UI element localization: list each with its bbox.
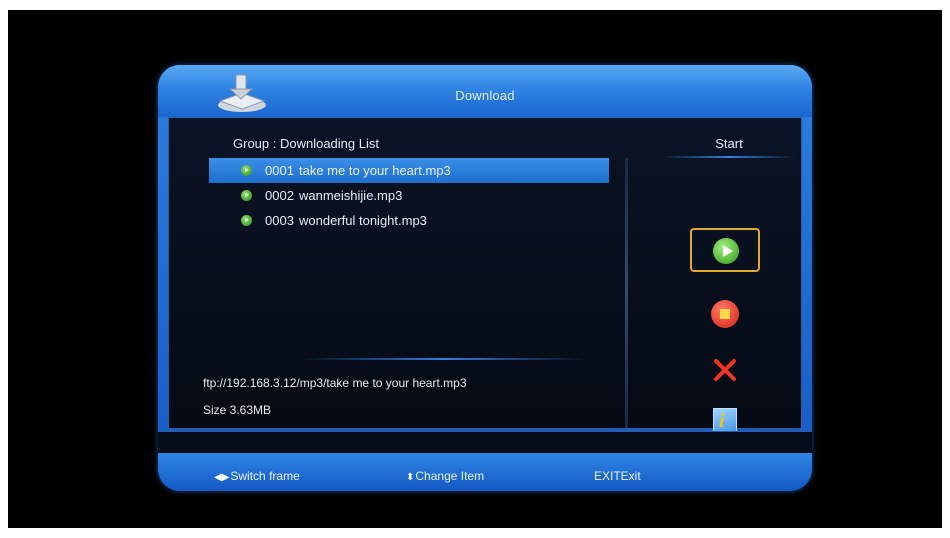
- play-icon: [713, 238, 739, 264]
- status-strip: [158, 431, 812, 455]
- change-item-label: Change Item: [415, 469, 485, 483]
- up-down-arrows-icon: ⬍: [406, 472, 415, 483]
- info-icon: i: [719, 410, 725, 432]
- download-window: Download Group : Downloading List 0001 t…: [158, 65, 812, 491]
- list-item[interactable]: 0001 take me to your heart.mp3: [209, 158, 609, 183]
- tv-screen: Download Group : Downloading List 0001 t…: [8, 10, 942, 528]
- item-number: 0003: [265, 213, 294, 228]
- actions-title: Start: [715, 136, 743, 151]
- list-item[interactable]: 0003 wonderful tonight.mp3: [209, 208, 609, 233]
- title-bar: Download: [158, 65, 812, 117]
- play-status-icon: [241, 190, 252, 201]
- play-status-icon: [241, 165, 252, 176]
- play-status-icon: [241, 215, 252, 226]
- file-path: ftp://192.168.3.12/mp3/take me to your h…: [203, 376, 467, 390]
- footer-hints: ◀▶Switch frame ⬍Change Item EXITExit: [158, 453, 812, 491]
- window-title: Download: [455, 88, 515, 103]
- file-size: Size 3.63MB: [203, 403, 272, 417]
- item-filename: wonderful tonight.mp3: [299, 213, 427, 228]
- item-filename: wanmeishijie.mp3: [299, 188, 403, 203]
- item-number: 0002: [265, 188, 294, 203]
- change-item-hint: ⬍Change Item: [406, 469, 484, 483]
- panel-separator: [625, 158, 628, 428]
- exit-hint: EXITExit: [594, 469, 641, 483]
- exit-key-label: EXIT: [594, 469, 621, 483]
- actions-title-underline: [661, 156, 797, 158]
- switch-frame-hint: ◀▶Switch frame: [214, 469, 300, 483]
- download-list: 0001 take me to your heart.mp3 0002 wanm…: [209, 158, 609, 233]
- delete-button[interactable]: [711, 356, 739, 384]
- close-icon: [714, 359, 736, 381]
- item-number: 0001: [265, 163, 294, 178]
- switch-frame-label: Switch frame: [230, 469, 300, 483]
- content-panel: Group : Downloading List 0001 take me to…: [168, 117, 802, 436]
- item-filename: take me to your heart.mp3: [299, 163, 451, 178]
- list-divider: [299, 358, 589, 360]
- exit-label: Exit: [620, 469, 641, 483]
- left-right-arrows-icon: ◀▶: [214, 472, 230, 483]
- group-label: Group : Downloading List: [233, 136, 379, 151]
- start-button[interactable]: [690, 228, 760, 272]
- stop-button[interactable]: [711, 300, 739, 328]
- list-item[interactable]: 0002 wanmeishijie.mp3: [209, 183, 609, 208]
